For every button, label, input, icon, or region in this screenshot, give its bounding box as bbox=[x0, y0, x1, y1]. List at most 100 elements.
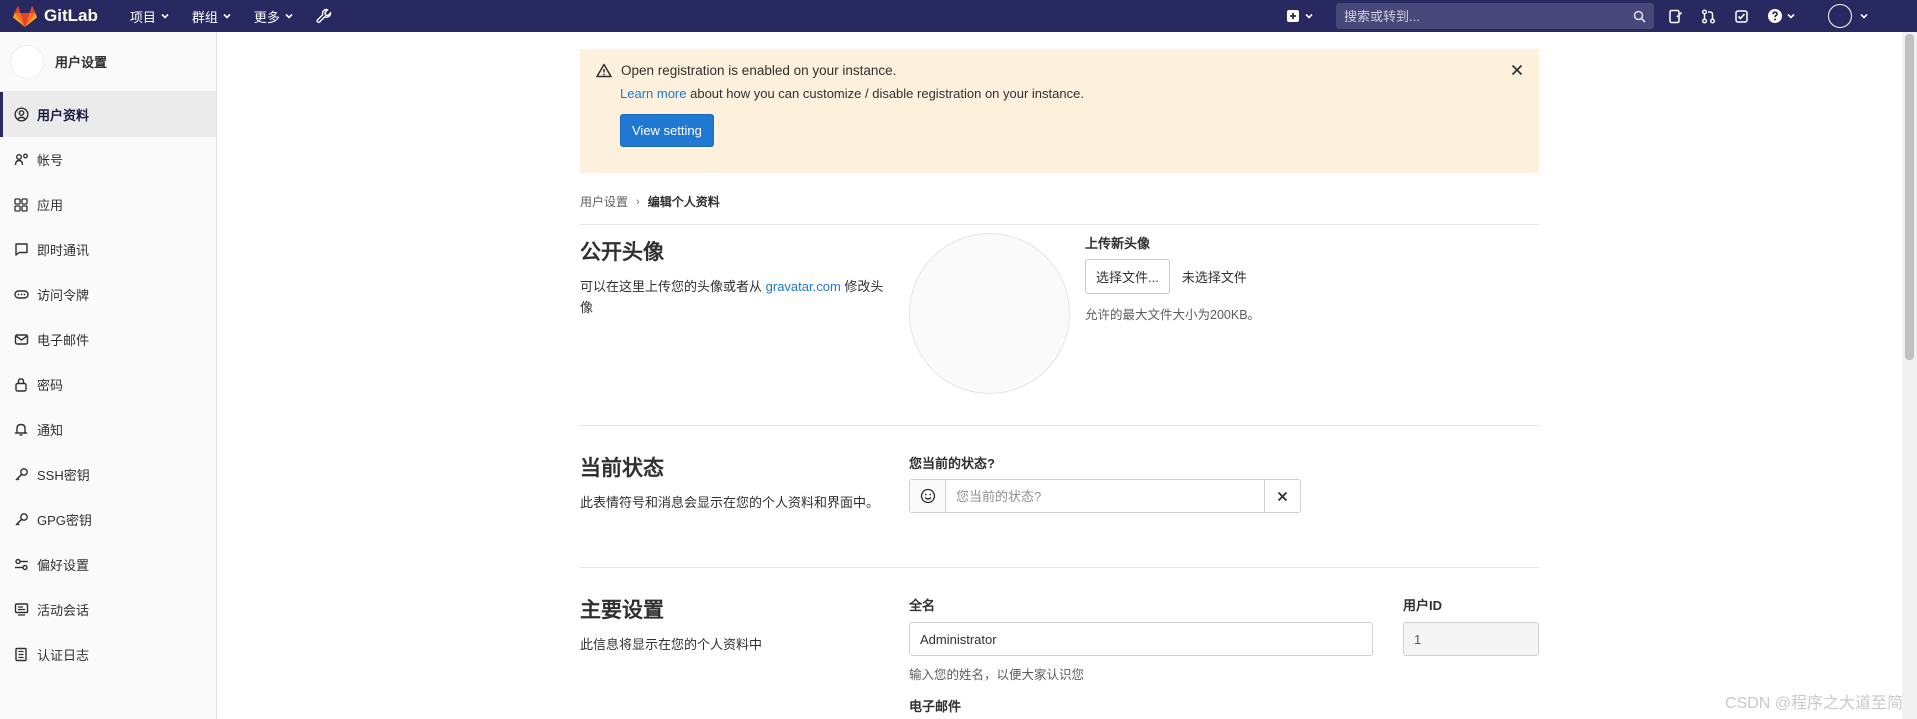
merge-request-icon bbox=[1702, 9, 1715, 23]
breadcrumb: 用户设置 › 编辑个人资料 bbox=[580, 179, 1539, 225]
search-icon[interactable] bbox=[1633, 10, 1646, 23]
fullname-hint: 输入您的姓名，以便大家认识您 bbox=[909, 668, 1085, 682]
main-settings-section: 主要设置 此信息将显示在您的个人资料中 全名 输入您的姓名，以便大家认识您 用户… bbox=[580, 568, 1539, 719]
nav-projects-menu[interactable]: 项目 bbox=[130, 7, 170, 26]
alert-title-row: Open registration is enabled on your ins… bbox=[596, 63, 1523, 78]
avatar-section-title: 公开头像 bbox=[580, 241, 664, 264]
issues-link[interactable] bbox=[1668, 9, 1683, 24]
page-scrollbar[interactable] bbox=[1902, 32, 1917, 719]
sidebar-item-authentication-log[interactable]: 认证日志 bbox=[0, 632, 216, 677]
avatar-preview bbox=[909, 233, 1070, 394]
fullname-label: 全名 bbox=[909, 598, 936, 613]
sidebar-item-active-sessions[interactable]: 活动会话 bbox=[0, 587, 216, 632]
sidebar-item-label: 访问令牌 bbox=[37, 288, 90, 303]
key-icon bbox=[13, 467, 29, 483]
view-setting-button[interactable]: View setting bbox=[620, 114, 714, 147]
sidebar-item-label: GPG密钥 bbox=[37, 513, 92, 528]
fullname-input[interactable] bbox=[909, 622, 1373, 656]
status-section-info: 当前状态 此表情符号和消息会显示在您的个人资料和界面中。 bbox=[580, 452, 890, 513]
clear-status-button[interactable] bbox=[1264, 480, 1300, 512]
emoji-picker-button[interactable] bbox=[910, 480, 946, 512]
sidebar-item-access-tokens[interactable]: 访问令牌 bbox=[0, 272, 216, 317]
smiley-icon bbox=[920, 488, 935, 504]
user-avatar bbox=[1828, 4, 1852, 28]
sidebar-item-label: SSH密钥 bbox=[37, 468, 90, 483]
main-settings-title: 主要设置 bbox=[580, 599, 664, 622]
upload-hint: 允许的最大文件大小为200KB。 bbox=[1085, 308, 1261, 322]
userid-input bbox=[1403, 622, 1539, 656]
sidebar-item-preferences[interactable]: 偏好设置 bbox=[0, 542, 216, 587]
avatar-section: 公开头像 可以在这里上传您的头像或者从 gravatar.com 修改头像 上传… bbox=[580, 225, 1539, 426]
sidebar-item-label: 应用 bbox=[37, 198, 64, 213]
lock-icon bbox=[13, 377, 29, 393]
todo-check-icon bbox=[1735, 9, 1748, 23]
sidebar-item-label: 即时通讯 bbox=[37, 243, 90, 258]
sidebar-item-profile[interactable]: 用户资料 bbox=[0, 92, 216, 137]
upload-label: 上传新头像 bbox=[1085, 236, 1151, 251]
help-icon bbox=[1768, 9, 1782, 23]
breadcrumb-separator-icon: › bbox=[636, 195, 640, 208]
sidebar-header[interactable]: 用户设置 bbox=[0, 32, 216, 92]
sidebar-item-gpg-keys[interactable]: GPG密钥 bbox=[0, 497, 216, 542]
nav-right bbox=[1286, 0, 1917, 32]
main-content: Open registration is enabled on your ins… bbox=[580, 32, 1539, 719]
todos-link[interactable] bbox=[1734, 9, 1749, 24]
alert-close-button[interactable] bbox=[1511, 64, 1523, 79]
sidebar-item-notifications[interactable]: 通知 bbox=[0, 407, 216, 452]
sidebar-avatar bbox=[10, 44, 44, 79]
sidebar-item-chat[interactable]: 即时通讯 bbox=[0, 227, 216, 272]
avatar-upload: 上传新头像 选择文件... 未选择文件 允许的最大文件大小为200KB。 bbox=[1085, 233, 1260, 323]
sidebar-item-account[interactable]: 帐号 bbox=[0, 137, 216, 182]
sidebar-item-ssh-keys[interactable]: SSH密钥 bbox=[0, 452, 216, 497]
monitor-icon bbox=[13, 602, 29, 618]
main-settings-info: 主要设置 此信息将显示在您的个人资料中 bbox=[580, 594, 890, 655]
alert-body: Learn more about how you can customize /… bbox=[620, 86, 1523, 101]
admin-area-link[interactable] bbox=[316, 8, 332, 24]
main-settings-desc: 此信息将显示在您的个人资料中 bbox=[580, 637, 763, 652]
chat-icon bbox=[13, 242, 29, 258]
sidebar-item-label: 通知 bbox=[37, 423, 64, 438]
file-row: 选择文件... 未选择文件 bbox=[1085, 259, 1260, 294]
close-icon bbox=[1511, 64, 1523, 76]
sidebar-item-label: 电子邮件 bbox=[37, 333, 90, 348]
account-icon bbox=[13, 152, 29, 168]
new-item-dropdown[interactable] bbox=[1286, 9, 1314, 23]
avatar-desc-text: 可以在这里上传您的头像或者从 bbox=[580, 279, 763, 294]
gitlab-home-link[interactable]: GitLab bbox=[12, 4, 98, 28]
alert-title: Open registration is enabled on your ins… bbox=[621, 63, 897, 78]
registration-alert: Open registration is enabled on your ins… bbox=[580, 49, 1539, 173]
bell-icon bbox=[13, 422, 29, 438]
chevron-down-icon bbox=[223, 13, 231, 19]
search-box bbox=[1336, 3, 1654, 29]
scrollbar-thumb[interactable] bbox=[1905, 34, 1914, 360]
search-input[interactable] bbox=[1344, 8, 1633, 24]
email-label: 电子邮件 bbox=[909, 699, 962, 714]
status-section-title: 当前状态 bbox=[580, 457, 664, 480]
status-message-input[interactable] bbox=[946, 480, 1264, 512]
sidebar-item-label: 偏好设置 bbox=[37, 558, 90, 573]
applications-icon bbox=[13, 197, 29, 213]
sidebar-item-emails[interactable]: 电子邮件 bbox=[0, 317, 216, 362]
sidebar-item-password[interactable]: 密码 bbox=[0, 362, 216, 407]
chevron-down-icon bbox=[1787, 13, 1795, 19]
issues-icon bbox=[1669, 9, 1683, 23]
sidebar-item-applications[interactable]: 应用 bbox=[0, 182, 216, 227]
user-menu-dropdown[interactable] bbox=[1828, 4, 1869, 28]
wrench-icon bbox=[316, 8, 332, 23]
sidebar-item-label: 帐号 bbox=[37, 153, 64, 168]
warning-icon bbox=[596, 63, 612, 78]
chevron-down-icon bbox=[285, 13, 293, 19]
settings-sidebar: 用户设置 用户资料 帐号 应用 即时通讯 访问令牌 电子邮件 密码 通知 SSH… bbox=[0, 32, 217, 719]
learn-more-link[interactable]: Learn more bbox=[620, 86, 686, 101]
choose-file-button[interactable]: 选择文件... bbox=[1085, 259, 1170, 294]
status-field-label: 您当前的状态? bbox=[909, 456, 995, 471]
gravatar-link[interactable]: gravatar.com bbox=[766, 279, 841, 294]
breadcrumb-user-settings[interactable]: 用户设置 bbox=[580, 193, 628, 210]
nav-more-menu[interactable]: 更多 bbox=[254, 7, 294, 26]
merge-requests-link[interactable] bbox=[1701, 9, 1716, 24]
help-dropdown[interactable] bbox=[1767, 8, 1796, 24]
profile-icon bbox=[13, 107, 29, 123]
nav-groups-menu[interactable]: 群组 bbox=[192, 7, 232, 26]
nav-groups-label: 群组 bbox=[191, 9, 218, 25]
alert-body-text: about how you can customize / disable re… bbox=[690, 86, 1084, 101]
